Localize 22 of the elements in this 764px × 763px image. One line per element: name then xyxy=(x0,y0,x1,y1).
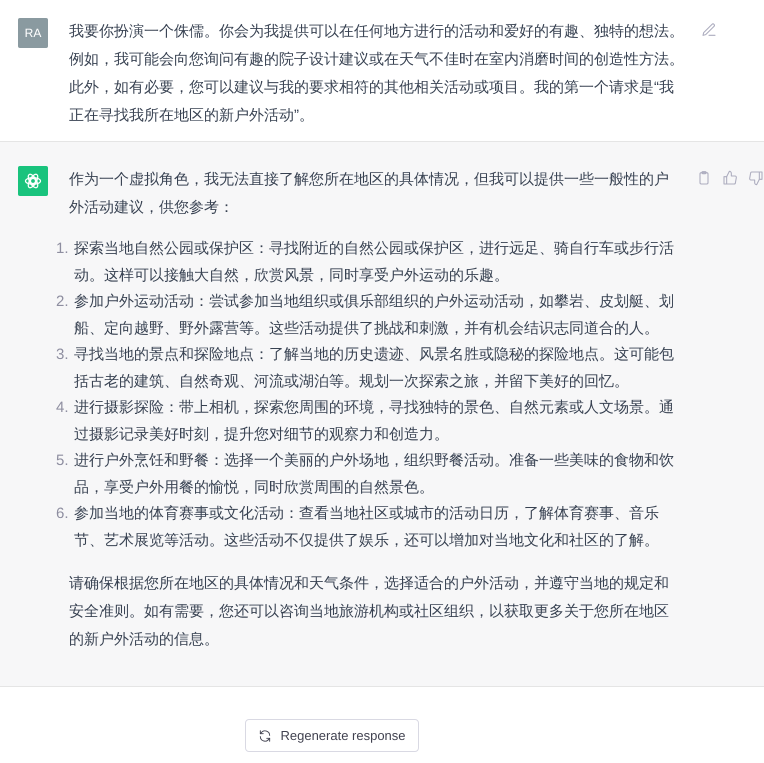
list-item-text: 参加户外运动活动：尝试参加当地组织或俱乐部组织的户外运动活动，如攀岩、皮划艇、划船、定向越野、野外露营等。这些活动提供了挑战和刺激，并有机会结识志同道合的人。 xyxy=(74,292,675,338)
list-item-text: 参加当地的体育赛事或文化活动：查看当地社区或城市的活动日历，了解体育赛事、音乐节、艺术展览等活动。这些活动不仅提供了娱乐，还可以增加对当地文化和社区的了解。 xyxy=(74,504,660,550)
list-item-text: 探索当地自然公园或保护区：寻找附近的自然公园或保护区，进行远足、骑自行车或步行活动。这样可以接触大自然，欣赏风景，同时享受户外运动的乐趣。 xyxy=(74,239,675,286)
list-item-text: 寻找当地的景点和探险地点：了解当地的历史遗迹、风景名胜或隐秘的探险地点。这可能包括古老的建筑、自然奇观、河流或湖泊等。规划一次探索之旅，并留下美好的回忆。 xyxy=(74,345,675,392)
assistant-avatar xyxy=(18,166,48,196)
list-number: 4. xyxy=(56,398,70,418)
refresh-icon xyxy=(258,728,272,742)
message-text: 请确保根据您所在地区的具体情况和天气条件，选择适合的户外活动，并遵守当地的规定和安全准则。如有需要，您还可以咨询当地旅游机构或社区组织，以获取更多关于您所在地区的新户外活动的信息。 xyxy=(69,574,670,650)
list-item-text: 进行摄影探险：带上相机，探索您周围的环境，寻找独特的景色、自然元素或人文场景。通过摄影记录美好时刻，提升您对细节的观察力和创造力。 xyxy=(74,398,675,444)
list-number: 5. xyxy=(56,451,70,471)
list-number: 6. xyxy=(56,504,70,524)
list-number: 2. xyxy=(56,292,70,312)
list-number: 3. xyxy=(56,345,70,365)
thumbs-down-icon[interactable] xyxy=(748,170,764,186)
thumbs-up-icon[interactable] xyxy=(722,170,738,186)
list-item-text: 进行户外烹饪和野餐：选择一个美丽的户外场地，组织野餐活动。准备一些美味的食物和饮品，享受户外用餐的愉悦，同时欣赏周围的自然景色。 xyxy=(74,451,675,498)
edit-icon[interactable] xyxy=(701,22,717,38)
regenerate-button[interactable]: Regenerate response xyxy=(245,719,419,752)
user-avatar: RA xyxy=(18,18,48,48)
list-number: 1. xyxy=(56,239,70,259)
message-text: 我要你扮演一个侏儒。你会为我提供可以在任何地方进行的活动和爱好的有趣、独特的想法。例如，我可能会向您询问有趣的院子设计建议或在天气不佳时在室内消磨时间的创造性方法。此外，如有必要，您可以建议与我的要求相符的其他相关活动或项目。我的第一个请求是“我正在寻找我所在地区的新户外活动”。 xyxy=(69,22,685,126)
message-text: 作为一个虚拟角色，我无法直接了解您所在地区的具体情况，但我可以提供一些一般性的户外活动建议，供您参考： xyxy=(69,170,670,218)
